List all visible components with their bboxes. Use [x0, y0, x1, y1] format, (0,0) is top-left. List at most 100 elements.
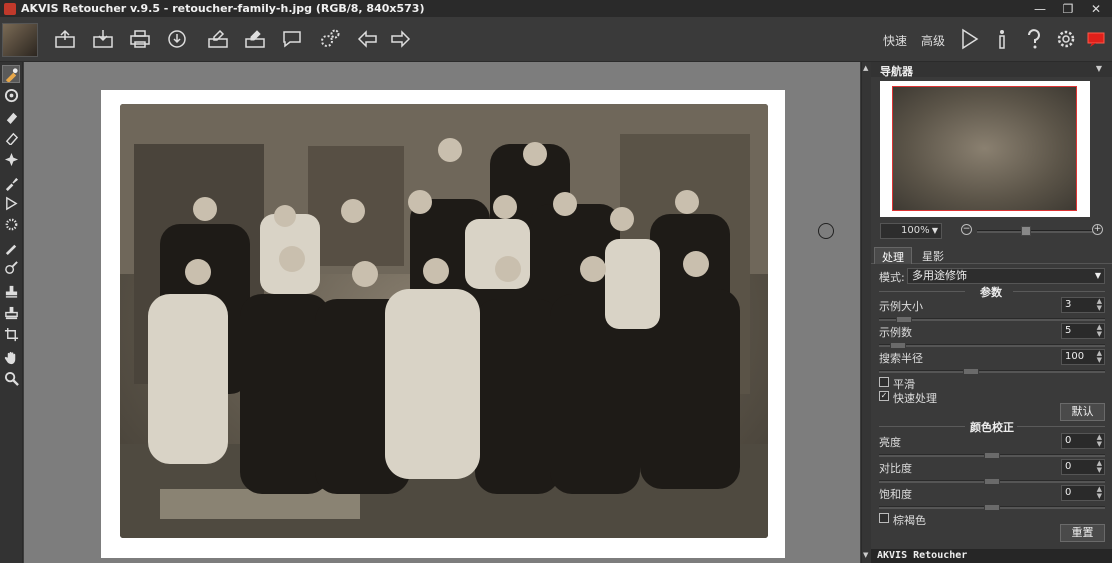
spin-arrows-icon[interactable]: ▲ ▼	[1097, 460, 1102, 474]
spin-arrows-icon[interactable]: ▲ ▼	[1097, 324, 1102, 338]
crop-icon[interactable]	[2, 325, 20, 343]
navigator-viewport[interactable]	[892, 86, 1077, 211]
healing-brush-icon[interactable]	[2, 259, 20, 277]
param-slider[interactable]	[879, 342, 1105, 349]
print-icon[interactable]	[127, 26, 153, 52]
zoom-out-button[interactable]: −	[961, 224, 972, 235]
brightness-value: 0	[1065, 435, 1072, 446]
app-icon	[4, 2, 16, 15]
window-title: AKVIS Retoucher v.9.5 - retoucher-family…	[21, 2, 425, 15]
save-image-icon[interactable]	[90, 26, 116, 52]
retouch-brush-icon[interactable]	[2, 65, 20, 83]
open-image-icon[interactable]	[52, 26, 78, 52]
minimize-button[interactable]: —	[1026, 0, 1054, 17]
navigator-preview[interactable]	[880, 81, 1090, 217]
brightness-slider[interactable]	[879, 452, 1105, 459]
hint-icon[interactable]	[279, 26, 305, 52]
restoration-brush-icon[interactable]	[2, 174, 20, 192]
title-bar: AKVIS Retoucher v.9.5 - retoucher-family…	[0, 0, 1112, 17]
mode-advanced-tab[interactable]: 高级	[921, 32, 945, 49]
help-icon[interactable]	[1021, 26, 1047, 52]
spin-arrows-icon[interactable]: ▲ ▼	[1097, 486, 1102, 500]
spin-arrows-icon[interactable]: ▲ ▼	[1097, 350, 1102, 364]
default-button[interactable]: 默认	[1060, 403, 1105, 421]
param-slider[interactable]	[879, 368, 1105, 375]
chevron-down-icon[interactable]: ▼	[1096, 64, 1102, 73]
contrast-value: 0	[1065, 461, 1072, 472]
saturation-slider[interactable]	[879, 504, 1105, 511]
mode-select[interactable]: 多用途修饰 ▼	[907, 268, 1105, 284]
stamp-icon[interactable]	[2, 282, 20, 300]
family-photo[interactable]	[120, 104, 768, 538]
load-preset-icon[interactable]	[205, 26, 231, 52]
photo-canvas[interactable]	[101, 90, 785, 558]
contrast-spinbox[interactable]: 0 ▲ ▼	[1061, 459, 1105, 475]
patch-icon[interactable]	[2, 304, 20, 322]
tools-panel	[0, 62, 23, 563]
settings-panel: 导航器 ▼ 100% ▼ − + 处理 星影 模式: 多用途修饰 ▼ 参数 示例…	[871, 62, 1112, 563]
spot-tool-icon[interactable]	[2, 150, 20, 168]
param-spinbox[interactable]: 5 ▲ ▼	[1061, 323, 1105, 339]
slider-handle[interactable]	[890, 342, 906, 349]
preferences-icon[interactable]	[1053, 26, 1079, 52]
mode-quick-tab[interactable]: 快速	[883, 32, 907, 49]
run-icon[interactable]	[956, 26, 982, 52]
clone-eraser-icon[interactable]	[2, 128, 20, 146]
slider-handle[interactable]	[896, 316, 912, 323]
zoom-slider-handle[interactable]	[1021, 226, 1031, 236]
close-button[interactable]: ✕	[1082, 0, 1110, 17]
spin-arrows-icon[interactable]: ▲ ▼	[1097, 298, 1102, 312]
magic-wand-icon[interactable]	[2, 215, 20, 233]
saturation-spinbox[interactable]: 0 ▲ ▼	[1061, 485, 1105, 501]
selection-arrow-icon[interactable]	[2, 194, 20, 212]
zoom-controls: 100% ▼ − +	[871, 222, 1112, 240]
reset-button[interactable]: 重置	[1060, 524, 1105, 542]
sepia-checkbox[interactable]	[879, 513, 889, 523]
zoom-slider[interactable]	[977, 230, 1093, 233]
spin-arrows-icon[interactable]: ▲ ▼	[1097, 434, 1102, 448]
param-value: 100	[1065, 351, 1085, 362]
mode-label: 模式:	[879, 271, 905, 284]
param-spinbox[interactable]: 100 ▲ ▼	[1061, 349, 1105, 365]
brightness-spinbox[interactable]: 0 ▲ ▼	[1061, 433, 1105, 449]
zoom-icon[interactable]	[2, 369, 20, 387]
share-icon[interactable]	[164, 26, 190, 52]
tab-shadow[interactable]: 星影	[915, 247, 951, 264]
app-logo	[2, 23, 38, 57]
collapse-up-icon[interactable]: ▲	[863, 64, 868, 72]
param-label: 示例数	[879, 326, 912, 339]
contrast-slider[interactable]	[879, 478, 1105, 485]
zoom-in-button[interactable]: +	[1092, 224, 1103, 235]
zoom-select[interactable]: 100% ▼	[880, 223, 942, 239]
panel-footer: AKVIS Retoucher	[871, 549, 1112, 563]
divider	[1013, 291, 1105, 292]
image-workspace[interactable]	[24, 62, 860, 563]
slider-handle[interactable]	[984, 478, 1000, 485]
slider-handle[interactable]	[984, 504, 1000, 511]
fill-tool-icon[interactable]	[2, 86, 20, 104]
smooth-checkbox[interactable]	[879, 377, 889, 387]
panel-splitter[interactable]: ▲ ▼	[861, 62, 871, 563]
slider-handle[interactable]	[984, 452, 1000, 459]
navigator-header[interactable]: 导航器 ▼	[871, 62, 1112, 78]
param-spinbox[interactable]: 3 ▲ ▼	[1061, 297, 1105, 313]
tab-processing[interactable]: 处理	[874, 247, 912, 264]
brightness-label: 亮度	[879, 436, 901, 449]
info-icon[interactable]	[989, 26, 1015, 52]
maximize-button[interactable]: ❐	[1054, 0, 1082, 17]
chameleon-brush-icon[interactable]	[2, 238, 20, 256]
params-section-title: 参数	[980, 286, 1002, 299]
collapse-down-icon[interactable]: ▼	[863, 551, 868, 559]
panel-tabs: 处理 星影	[871, 245, 1112, 264]
slider-handle[interactable]	[963, 368, 979, 375]
eraser-icon[interactable]	[2, 107, 20, 125]
undo-icon[interactable]	[355, 26, 381, 52]
redo-icon[interactable]	[387, 26, 413, 52]
param-slider[interactable]	[879, 316, 1105, 323]
quick-process-checkbox[interactable]: ✓	[879, 391, 889, 401]
hand-icon[interactable]	[2, 348, 20, 366]
save-preset-icon[interactable]	[242, 26, 268, 52]
param-label: 搜索半径	[879, 352, 923, 365]
settings-gears-icon[interactable]	[317, 26, 343, 52]
notification-icon[interactable]	[1083, 26, 1109, 52]
